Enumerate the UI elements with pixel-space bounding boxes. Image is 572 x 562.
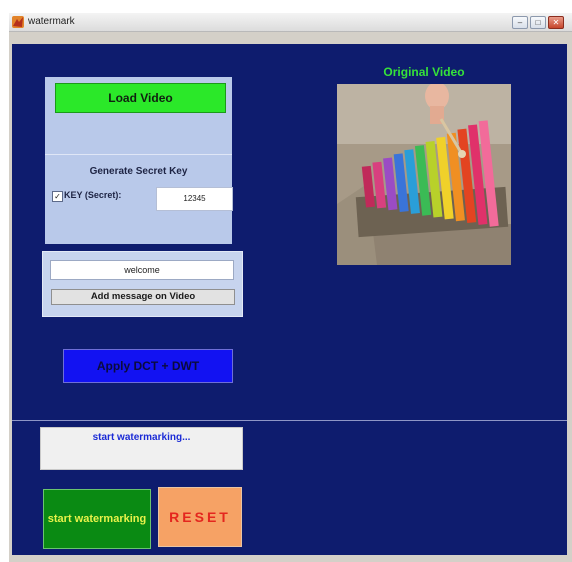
- load-key-panel: Load Video Generate Secret Key ✓ KEY (Se…: [45, 77, 233, 244]
- figure-canvas: Load Video Generate Secret Key ✓ KEY (Se…: [12, 44, 567, 555]
- apply-dct-dwt-button[interactable]: Apply DCT + DWT: [63, 349, 233, 383]
- reset-button[interactable]: RESET: [158, 487, 242, 547]
- xylophone-video-image: [337, 82, 511, 265]
- video-title: Original Video: [383, 65, 465, 79]
- panel-divider: [45, 154, 232, 155]
- app-window: watermark – □ ✕ Load Video Generate Secr…: [9, 13, 572, 562]
- secret-key-field[interactable]: 12345: [156, 187, 233, 211]
- key-checkbox[interactable]: ✓: [52, 191, 63, 202]
- section-divider: [12, 420, 567, 421]
- message-input[interactable]: welcome: [50, 260, 234, 280]
- add-message-button[interactable]: Add message on Video: [51, 289, 235, 305]
- start-watermarking-button[interactable]: start watermarking: [43, 489, 151, 549]
- status-text: start watermarking...: [92, 432, 191, 443]
- message-panel: welcome Add message on Video: [42, 251, 243, 317]
- minimize-button[interactable]: –: [512, 16, 528, 29]
- close-button[interactable]: ✕: [548, 16, 564, 29]
- title-bar: watermark – □ ✕: [9, 13, 572, 32]
- status-box: start watermarking...: [40, 427, 243, 470]
- matlab-logo-icon: [12, 16, 24, 28]
- key-checkbox-label: KEY (Secret):: [64, 190, 122, 200]
- original-video-frame: [337, 82, 511, 265]
- window-title: watermark: [28, 16, 75, 27]
- secret-key-heading: Generate Secret Key: [89, 166, 188, 177]
- load-video-button[interactable]: Load Video: [55, 83, 226, 113]
- maximize-button[interactable]: □: [530, 16, 546, 29]
